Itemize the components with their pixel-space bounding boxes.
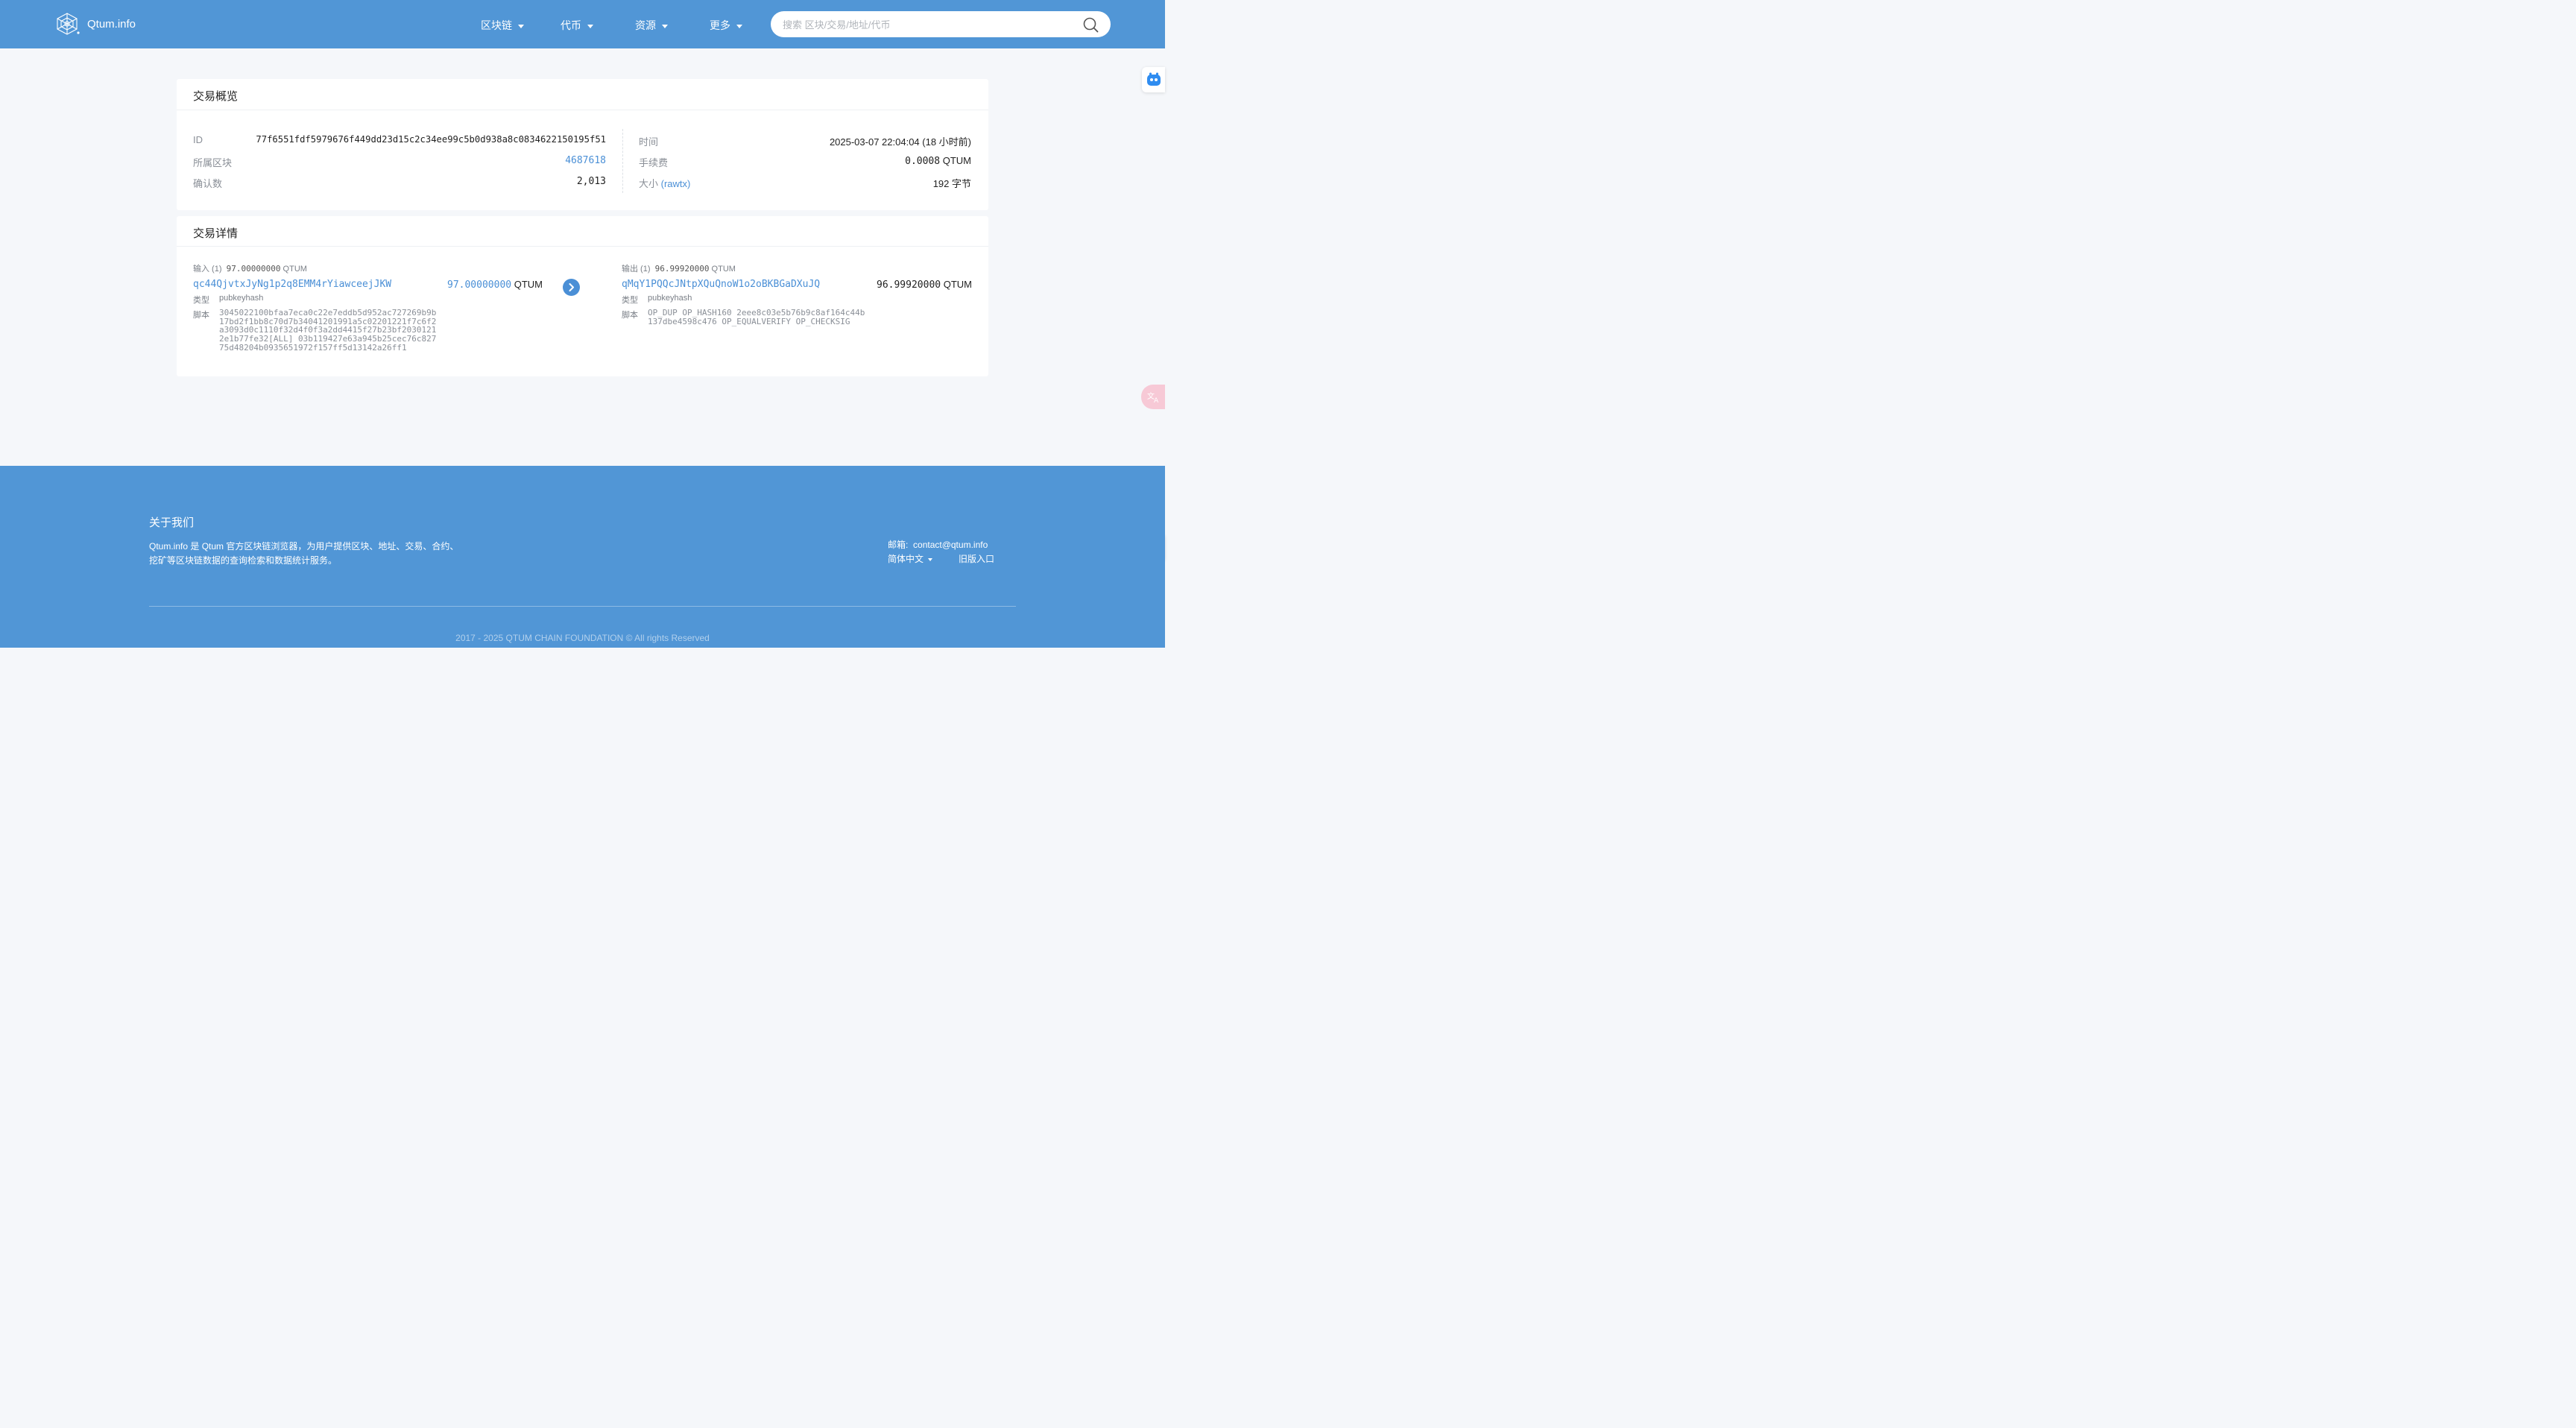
- input-amount-unit: QTUM: [514, 279, 543, 290]
- output-count: 输出 (1): [622, 265, 651, 274]
- copyright: 2017 - 2025 QTUM CHAIN FOUNDATION © All …: [455, 633, 710, 643]
- search-icon[interactable]: [1083, 17, 1099, 33]
- chevron-down-icon: [662, 24, 668, 28]
- language-label: 简体中文: [888, 554, 924, 564]
- input-amount-value[interactable]: 97.00000000: [447, 279, 511, 291]
- detail-title: 交易详情: [193, 227, 239, 240]
- fee-label: 手续费: [639, 157, 669, 168]
- output-script-label: 脚本: [622, 311, 638, 320]
- about-description: Qtum.info 是 Qtum 官方区块链浏览器，为用户提供区块、地址、交易、…: [149, 541, 459, 566]
- detail-divider: [177, 246, 988, 247]
- input-amount: 97.00000000 QTUM: [394, 279, 543, 291]
- id-label: ID: [193, 134, 203, 145]
- time-label: 时间: [639, 136, 659, 148]
- translate-widget[interactable]: 文 A: [1141, 385, 1165, 409]
- fee-value: 0.0008 QTUM: [822, 155, 971, 167]
- input-script-label: 脚本: [193, 311, 209, 320]
- output-amount-unit: QTUM: [943, 279, 972, 290]
- confirmations-value: 2,013: [576, 176, 606, 187]
- nav-resources-label: 资源: [635, 19, 656, 31]
- size-label: 大小: [639, 178, 659, 189]
- assistant-widget[interactable]: [1142, 67, 1165, 92]
- top-header: Qtum.info 区块链 代币 资源 更多: [0, 0, 1165, 48]
- footer-divider: [149, 606, 1016, 607]
- chevron-down-icon: [736, 24, 742, 28]
- block-link[interactable]: 4687618: [457, 155, 606, 166]
- nav-more-label: 更多: [710, 19, 730, 31]
- email-link[interactable]: contact@qtum.info: [913, 540, 988, 550]
- nav-more[interactable]: 更多: [710, 18, 742, 33]
- output-address-link[interactable]: qMqY1PQQcJNtpXQuQnoW1o2oBKBGaDXuJQ: [622, 279, 820, 290]
- nav-resources[interactable]: 资源: [635, 18, 668, 33]
- fee-unit: QTUM: [942, 155, 971, 166]
- nav-blockchain-label: 区块链: [481, 19, 512, 31]
- search-input[interactable]: [783, 17, 1073, 32]
- output-script-value: OP_DUP OP_HASH160 2eee8c03e5b76b9c8af164…: [648, 308, 865, 326]
- search-box: [771, 11, 1111, 37]
- confirmations-label: 确认数: [193, 178, 223, 189]
- legacy-link[interactable]: 旧版入口: [959, 552, 994, 565]
- language-selector[interactable]: 简体中文: [888, 552, 933, 565]
- email-label: 邮箱:: [888, 540, 909, 550]
- nav-tokens-label: 代币: [561, 19, 581, 31]
- output-amount: 96.99920000 QTUM: [823, 279, 972, 291]
- robot-icon: [1147, 72, 1161, 86]
- brand-name[interactable]: Qtum.info: [87, 18, 136, 31]
- input-type-label: 类型: [193, 296, 209, 305]
- output-total: 96.99920000: [654, 264, 710, 274]
- output-total-unit: QTUM: [711, 265, 736, 274]
- translate-icon: 文 A: [1147, 391, 1159, 403]
- size-value: 192 字节: [932, 178, 971, 189]
- input-type-value: pubkeyhash: [219, 294, 264, 303]
- output-type-value: pubkeyhash: [648, 294, 692, 303]
- svg-text:A: A: [1154, 397, 1159, 403]
- qtum-logo-icon[interactable]: [54, 12, 80, 36]
- about-title: 关于我们: [149, 516, 195, 529]
- size-label-group: 大小 (rawtx): [639, 176, 690, 190]
- rawtx-link[interactable]: (rawtx): [661, 178, 691, 189]
- nav-blockchain[interactable]: 区块链: [481, 18, 524, 33]
- column-divider: [622, 129, 623, 193]
- input-count: 输入 (1): [193, 265, 222, 274]
- fee-amount: 0.0008: [905, 156, 941, 167]
- output-type-label: 类型: [622, 296, 638, 305]
- overview-title: 交易概览: [193, 90, 239, 103]
- chevron-down-icon: [587, 24, 593, 28]
- input-total-unit: QTUM: [282, 265, 307, 274]
- detail-card: 交易详情 输入 (1) 97.00000000 QTUM qc44QjvtxJy…: [177, 216, 988, 376]
- input-header: 输入 (1) 97.00000000 QTUM: [193, 262, 307, 274]
- time-value: 2025-03-07 22:04:04 (18 小时前): [829, 136, 971, 148]
- input-total: 97.00000000: [226, 264, 281, 274]
- arrow-right-icon: [563, 279, 580, 296]
- page-footer: 关于我们 Qtum.info 是 Qtum 官方区块链浏览器，为用户提供区块、地…: [0, 466, 1165, 648]
- input-address-link[interactable]: qc44QjvtxJyNg1p2q8EMM4rYiawceejJKW: [193, 279, 391, 290]
- output-header: 输出 (1) 96.99920000 QTUM: [622, 262, 736, 274]
- tx-id-value: 77f6551fdf5979676f449dd23d15c2c34ee99c5b…: [256, 134, 606, 145]
- chevron-down-icon: [928, 557, 933, 561]
- block-label: 所属区块: [193, 157, 233, 168]
- output-amount-value: 96.99920000: [877, 279, 941, 291]
- nav-tokens[interactable]: 代币: [561, 18, 593, 33]
- input-script-value: 3045022100bfaa7eca0c22e7eddb5d952ac72726…: [219, 308, 437, 353]
- overview-card: 交易概览 ID 77f6551fdf5979676f449dd23d15c2c3…: [177, 79, 988, 210]
- chevron-down-icon: [518, 24, 524, 28]
- email-row: 邮箱: contact@qtum.info: [888, 538, 988, 551]
